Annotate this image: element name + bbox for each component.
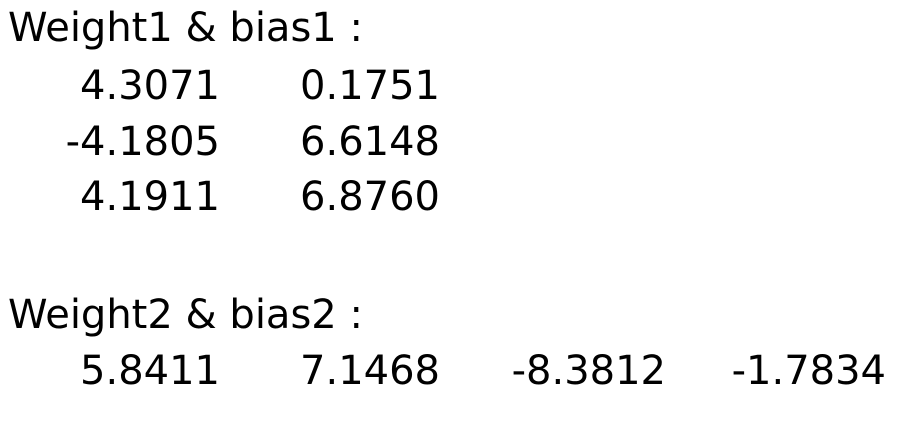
output-document: Weight1 & bias1 : 4.3071 0.1751 -4.1805 …	[0, 0, 904, 425]
weight2-bias2-heading: Weight2 & bias2 :	[8, 292, 363, 338]
matrix-cell: 6.6148	[300, 119, 440, 165]
matrix-cell: -1.7834	[731, 348, 886, 394]
matrix-cell: 6.8760	[300, 174, 440, 220]
weight1-bias1-heading: Weight1 & bias1 :	[8, 5, 363, 51]
matrix-cell: 0.1751	[300, 63, 440, 109]
